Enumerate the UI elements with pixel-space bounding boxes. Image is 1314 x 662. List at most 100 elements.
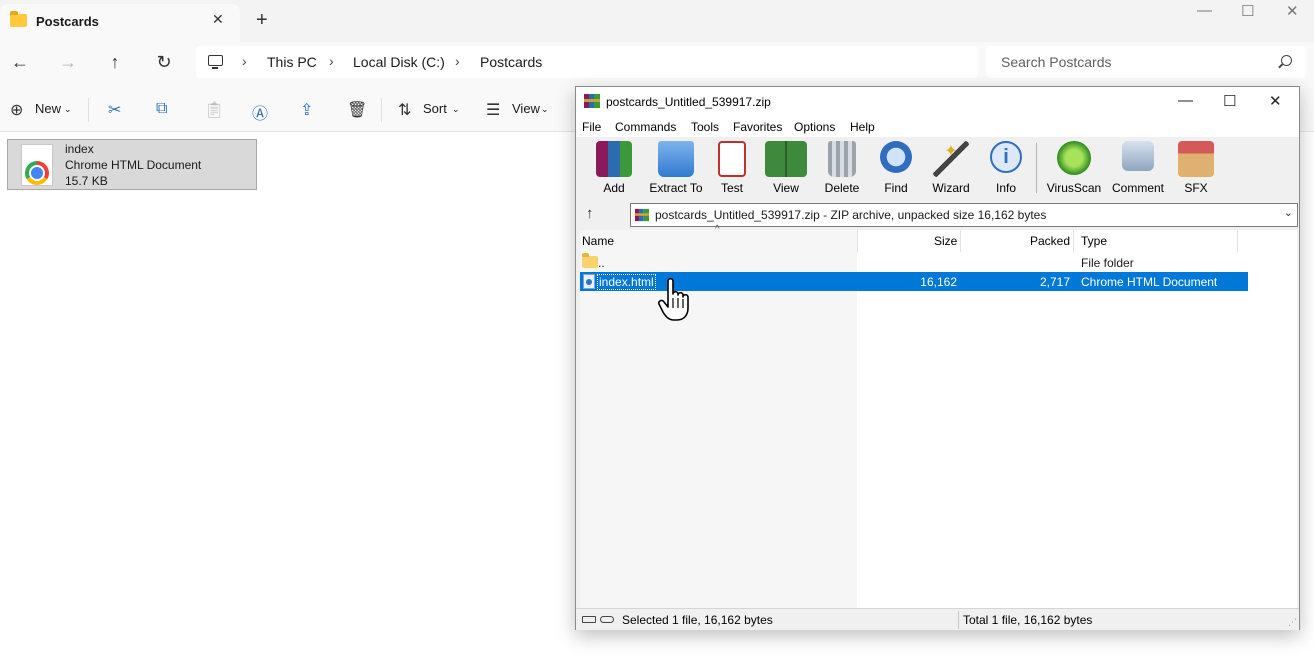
address-bar[interactable]: › This PC › Local Disk (C:) › Postcards [196,46,978,78]
folder-icon [582,253,598,268]
row-name: .. [598,256,605,270]
menu-tools[interactable]: Tools [691,120,719,134]
new-button[interactable]: New [35,101,61,116]
breadcrumb-postcards[interactable]: Postcards [480,54,542,70]
column-divider[interactable] [857,230,858,252]
chevron-right-icon[interactable]: › [455,53,460,69]
winrar-menu-bar: File Commands Tools Favorites Options He… [576,117,1299,137]
tab-title: Postcards [36,14,99,29]
forward-arrow-icon[interactable]: → [56,52,80,73]
hand-cursor-icon [658,278,689,321]
magnifier-icon [880,141,912,173]
winrar-toolbar: Add Extract To Test View Delete Find ✦ W… [580,139,1296,197]
add-archive-icon [596,141,632,177]
close-window-button[interactable]: ✕ [1286,2,1299,20]
up-arrow-icon[interactable]: ↑ [103,52,127,73]
view-button[interactable]: View [512,101,540,116]
view-icon: ☰ [486,102,501,119]
menu-commands[interactable]: Commands [615,120,676,134]
search-icon [1281,55,1292,66]
chevron-down-icon: ⌄ [452,104,460,114]
winrar-icon [584,94,600,108]
sfx-button[interactable]: SFX [1174,139,1218,197]
sfx-box-icon [1178,141,1214,177]
list-item-parent-folder[interactable]: .. File folder [580,253,1248,272]
column-divider[interactable] [1073,230,1074,252]
test-checklist-icon [718,141,746,177]
chrome-html-file-icon [21,144,53,186]
explorer-tab-bar: Postcards ✕ + ― ☐ ✕ [0,0,1314,42]
sort-icon: ⇅ [398,102,412,119]
path-row: ↑ postcards_Untitled_539917.zip - ZIP ar… [580,203,1298,227]
close-window-button[interactable]: ✕ [1269,92,1282,110]
column-header-name[interactable]: Name [582,230,614,252]
column-header-size[interactable]: Size [934,230,957,252]
comment-bubble-icon [1122,141,1154,171]
minimize-button[interactable]: ― [1178,92,1193,109]
close-tab-icon[interactable]: ✕ [212,11,224,28]
sort-ascending-icon: ^ [715,224,720,235]
html-file-icon [583,274,595,289]
row-packed: 2,717 [1039,275,1070,289]
rename-icon[interactable]: Ⓐ [252,100,268,124]
wizard-button[interactable]: ✦ Wizard [926,139,976,197]
share-icon[interactable]: ⇪ [300,100,313,120]
refresh-icon[interactable]: ↻ [152,52,176,73]
trash-icon [828,141,856,177]
chevron-down-icon: ⌄ [541,104,549,114]
up-arrow-icon[interactable]: ↑ [586,205,594,222]
file-size: 15.7 KB [65,174,108,188]
view-book-icon [765,141,807,177]
archive-path-combobox[interactable]: postcards_Untitled_539917.zip - ZIP arch… [630,203,1298,227]
test-button[interactable]: Test [710,139,754,197]
new-tab-button[interactable]: + [256,9,268,31]
back-arrow-icon[interactable]: ← [8,52,32,73]
row-name: index.html [597,274,656,290]
column-header-type[interactable]: Type [1081,230,1107,252]
chevron-right-icon[interactable]: › [329,53,334,69]
folder-extract-icon [658,141,694,177]
winrar-title-bar: postcards_Untitled_539917.zip ― ☐ ✕ [576,87,1299,117]
comment-button[interactable]: Comment [1110,139,1166,197]
menu-help[interactable]: Help [850,120,875,134]
archive-path-text: postcards_Untitled_539917.zip - ZIP arch… [655,208,1047,222]
breadcrumb-this-pc[interactable]: This PC [267,54,317,70]
view-button[interactable]: View [760,139,812,197]
virus-bug-icon [1057,141,1091,175]
search-input[interactable]: Search Postcards [986,46,1306,78]
wizard-wand-icon: ✦ [933,141,969,177]
column-header-packed[interactable]: Packed [1030,230,1070,252]
resize-grip-icon[interactable]: ⋰ [1288,617,1297,628]
maximize-button[interactable]: ☐ [1241,2,1254,20]
delete-button[interactable]: Delete [818,139,866,197]
chrome-icon [25,161,49,185]
file-item-index[interactable]: index Chrome HTML Document 15.7 KB [7,139,257,190]
maximize-button[interactable]: ☐ [1223,92,1236,110]
winrar-window: postcards_Untitled_539917.zip ― ☐ ✕ File… [575,86,1300,630]
virusscan-button[interactable]: VirusScan [1046,139,1102,197]
sort-button[interactable]: Sort [423,101,447,116]
paste-icon[interactable]: 📋︎ [204,100,224,120]
extract-to-button[interactable]: Extract To [646,139,706,197]
toolbar-divider [1036,143,1037,193]
column-divider[interactable] [960,230,961,252]
menu-options[interactable]: Options [794,120,835,134]
copy-icon[interactable]: ⧉ [156,100,167,118]
chevron-right-icon[interactable]: › [242,53,247,69]
column-divider[interactable] [1237,230,1238,252]
delete-icon[interactable]: 🗑︎ [347,100,367,120]
row-type: Chrome HTML Document [1081,275,1218,289]
chevron-down-icon[interactable]: ⌄ [1284,206,1293,219]
minimize-button[interactable]: ― [1197,2,1212,19]
info-button[interactable]: i Info [984,139,1028,197]
status-divider [958,611,959,629]
tab-postcards[interactable]: Postcards ✕ [0,4,240,42]
add-button[interactable]: Add [588,139,640,197]
menu-file[interactable]: File [582,120,601,134]
cut-icon[interactable]: ✂ [108,100,121,120]
breadcrumb-local-disk[interactable]: Local Disk (C:) [353,54,445,70]
navigation-bar: ← → ↑ ↻ › This PC › Local Disk (C:) › Po… [0,42,1314,88]
divider [381,98,382,122]
find-button[interactable]: Find [874,139,918,197]
menu-favorites[interactable]: Favorites [733,120,782,134]
